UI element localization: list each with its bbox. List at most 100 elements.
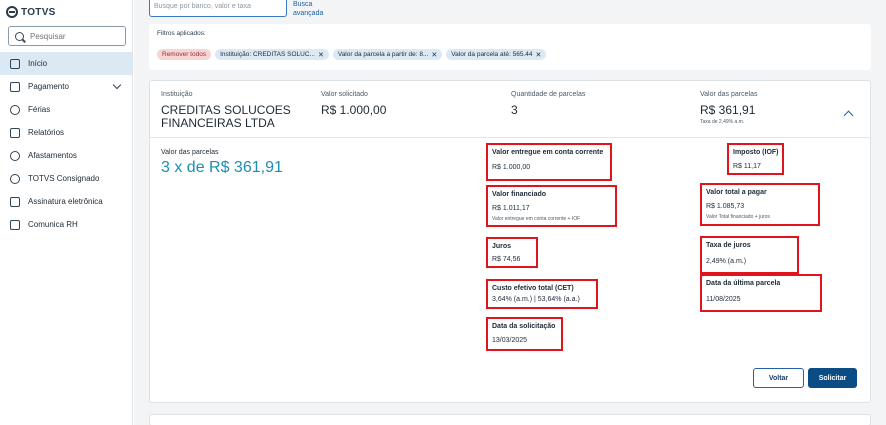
sidebar: TOTVS Início Pagamento Férias Relatórios… <box>0 0 133 425</box>
field-value: R$ 74,56 <box>492 256 521 263</box>
search-icon <box>15 31 24 41</box>
filter-chip-valor-min: Valor da parcela a partir de: 8... ✕ <box>332 49 443 60</box>
signature-icon <box>10 196 20 207</box>
field-data-ultima-parcela: Data da última parcela 11/08/2025 <box>700 274 822 312</box>
field-juros: Juros R$ 74,56 <box>486 237 538 268</box>
field-value: 3,64% (a.m.) | 53,64% (a.a.) <box>492 296 580 303</box>
main-content: Busque por banco, valor e taxa Busca ava… <box>134 0 886 425</box>
installments-label: Quantidade de parcelas <box>511 91 586 98</box>
field-valor-total: Valor total a pagar R$ 1.085,73 Valor To… <box>700 183 820 226</box>
rate-note: Taxa de 2,49% a.m. <box>700 119 745 125</box>
field-label: Valor total a pagar <box>706 189 767 196</box>
sidebar-item-relatorios[interactable]: Relatórios <box>0 121 132 144</box>
leave-icon <box>10 150 20 161</box>
sidebar-item-ferias[interactable]: Férias <box>0 98 132 121</box>
field-valor-entregue: Valor entregue em conta corrente R$ 1.00… <box>486 143 612 181</box>
back-button[interactable]: Voltar <box>753 368 804 388</box>
chevron-up-icon[interactable] <box>843 110 854 121</box>
sidebar-item-label: Férias <box>28 105 51 114</box>
advanced-search-line2: avançada <box>293 10 324 17</box>
field-label: Juros <box>492 243 512 250</box>
sidebar-nav: Início Pagamento Férias Relatórios Afast… <box>0 52 132 236</box>
sidebar-item-inicio[interactable]: Início <box>0 52 132 75</box>
home-icon <box>10 58 20 69</box>
installments-column: Quantidade de parcelas 3 <box>511 91 585 117</box>
divider <box>150 137 870 138</box>
detail-installment-value: 3 x de R$ 361,91 <box>161 159 283 176</box>
detail-installment-label: Valor das parcelas <box>161 149 219 156</box>
sidebar-item-label: Relatórios <box>28 128 65 137</box>
applied-filters-panel: Filtros aplicados: Remover todos Institu… <box>149 24 871 70</box>
sidebar-item-label: TOTVS Consignado <box>28 174 100 183</box>
sidebar-item-label: Afastamentos <box>28 151 77 160</box>
filters-title: Filtros aplicados: <box>157 30 206 37</box>
field-label: Valor entregue em conta corrente <box>492 149 604 156</box>
filter-chip-instituicao: Instituição: CREDITAS SOLUC... ✕ <box>215 49 329 60</box>
payment-icon <box>10 81 20 92</box>
report-icon <box>10 127 20 138</box>
field-value: R$ 1.000,00 <box>492 164 531 171</box>
requested-column: Valor solicitado R$ 1.000,00 <box>321 91 386 117</box>
remove-all-filters-button[interactable]: Remover todos <box>157 49 212 60</box>
field-value: 13/03/2025 <box>492 337 528 344</box>
institution-column: Instituição CREDITAS SOLUCOES FINANCEIRA… <box>161 91 301 130</box>
sidebar-item-label: Comunica RH <box>28 220 78 229</box>
sidebar-item-comunica-rh[interactable]: Comunica RH <box>0 213 132 236</box>
field-value: 2,49% (a.m.) <box>706 258 747 265</box>
field-label: Taxa de juros <box>706 242 751 249</box>
field-cet: Custo efetivo total (CET) 3,64% (a.m.) |… <box>486 279 598 309</box>
request-button[interactable]: Solicitar <box>808 368 857 388</box>
totvs-logo-icon <box>6 6 18 18</box>
logo-text: TOTVS <box>21 6 56 18</box>
close-icon[interactable]: ✕ <box>431 51 437 59</box>
sidebar-search[interactable] <box>8 26 126 46</box>
installments-value: 3 <box>511 103 518 117</box>
field-value: 11/08/2025 <box>706 296 741 303</box>
sidebar-item-pagamento[interactable]: Pagamento <box>0 75 132 98</box>
field-subtitle: Valor Total financiado + juros <box>706 214 770 220</box>
sidebar-item-assinatura-eletronica[interactable]: Assinatura eletrônica <box>0 190 132 213</box>
advanced-search-line1: Busca <box>293 1 313 8</box>
field-subtitle: Valor entregue em conta corrente + IOF <box>492 216 581 222</box>
sidebar-search-input[interactable] <box>30 31 118 41</box>
offer-card: Instituição CREDITAS SOLUCOES FINANCEIRA… <box>149 80 871 403</box>
sidebar-item-totvs-consignado[interactable]: TOTVS Consignado <box>0 167 132 190</box>
sidebar-item-label: Assinatura eletrônica <box>28 197 103 206</box>
field-label: Imposto (IOF) <box>733 149 779 156</box>
offer-search-input[interactable]: Busque por banco, valor e taxa <box>149 0 287 17</box>
field-label: Valor financiado <box>492 191 547 198</box>
filter-chip-label: Valor da parcela até: 565.44 <box>451 51 533 58</box>
sidebar-item-label: Início <box>28 59 48 68</box>
field-valor-financiado: Valor financiado R$ 1.011,17 Valor entre… <box>486 185 617 227</box>
field-value: R$ 1.011,17 <box>492 205 530 212</box>
field-taxa-juros: Taxa de juros 2,49% (a.m.) <box>700 236 799 274</box>
field-label: Data da solicitação <box>492 323 556 330</box>
field-value: R$ 1.085,73 <box>706 203 745 210</box>
close-icon[interactable]: ✕ <box>318 51 324 59</box>
logo[interactable]: TOTVS <box>6 6 56 18</box>
institution-label: Instituição <box>161 91 193 98</box>
field-iof: Imposto (IOF) R$ 11,17 <box>727 143 784 175</box>
installment-value-column: Valor das parcelas R$ 361,91 Taxa de 2,4… <box>700 91 757 125</box>
chevron-down-icon[interactable] <box>112 80 122 90</box>
sidebar-item-afastamentos[interactable]: Afastamentos <box>0 144 132 167</box>
advanced-search-link[interactable]: Busca avançada <box>293 0 323 18</box>
requested-value: R$ 1.000,00 <box>321 103 387 117</box>
close-icon[interactable]: ✕ <box>535 51 541 59</box>
filter-chips: Remover todos Instituição: CREDITAS SOLU… <box>157 49 547 60</box>
sun-icon <box>10 104 20 115</box>
field-data-solicitacao: Data da solicitação 13/03/2025 <box>486 317 563 351</box>
chat-icon <box>10 219 20 230</box>
field-label: Custo efetivo total (CET) <box>492 285 574 292</box>
consignado-icon <box>10 173 20 184</box>
field-value: R$ 11,17 <box>733 163 761 170</box>
installment-value-label: Valor das parcelas <box>700 91 758 98</box>
filter-chip-label: Instituição: CREDITAS SOLUC... <box>220 51 315 58</box>
institution-name: CREDITAS SOLUCOES FINANCEIRAS LTDA <box>161 103 291 130</box>
field-label: Data da última parcela <box>706 280 781 287</box>
filter-chip-label: Valor da parcela a partir de: 8... <box>337 51 429 58</box>
sidebar-item-label: Pagamento <box>28 82 69 91</box>
requested-label: Valor solicitado <box>321 91 368 98</box>
next-offer-card <box>149 414 871 425</box>
filter-chip-valor-max: Valor da parcela até: 565.44 ✕ <box>446 49 547 60</box>
